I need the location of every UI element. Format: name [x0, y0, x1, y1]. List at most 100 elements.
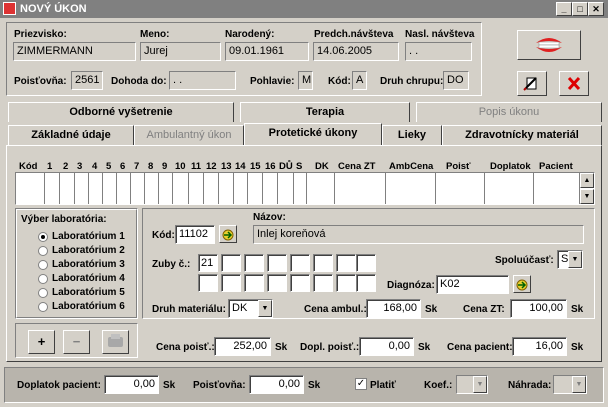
grid-cell[interactable] [294, 173, 307, 204]
amb-price-label: Cena ambul.: [304, 304, 367, 315]
grid-cell[interactable] [173, 173, 189, 204]
close-window-button[interactable]: ✕ [588, 2, 604, 16]
grid-cell[interactable] [234, 173, 248, 204]
gender-field[interactable]: M [298, 71, 313, 90]
grid-cell[interactable] [89, 173, 103, 204]
grid-cell[interactable] [263, 173, 278, 204]
tooth-field[interactable] [336, 254, 356, 272]
code-lookup-button[interactable] [219, 225, 237, 243]
grid-cell[interactable] [335, 173, 386, 204]
grid-cell[interactable] [204, 173, 219, 204]
tooth-field[interactable] [244, 274, 264, 292]
material-label: Druh materiálu: [152, 304, 226, 315]
chevron-down-icon[interactable]: ▼ [568, 251, 582, 268]
add-button[interactable]: + [28, 330, 55, 354]
paid-checkbox[interactable]: ✓ [355, 378, 367, 390]
tab-ambulantny-ukon[interactable]: Ambulantný úkon [134, 125, 244, 145]
grid-cell[interactable] [145, 173, 159, 204]
remove-button[interactable]: − [63, 330, 90, 354]
tooth-field[interactable] [267, 274, 287, 292]
grid-cell[interactable] [248, 173, 263, 204]
diagnosis-field[interactable]: K02 [436, 275, 509, 294]
lab-label: Laboratórium 4 [52, 273, 125, 284]
tab-zakladne-udaje[interactable]: Základné údaje [8, 125, 134, 145]
tab-zdravotnicky-material[interactable]: Zdravotnícky materiál [442, 125, 602, 145]
print-button[interactable] [102, 330, 129, 354]
tooth-field[interactable] [313, 274, 333, 292]
grid-cell[interactable] [278, 173, 294, 204]
amb-price-field[interactable]: 168,00 [366, 299, 421, 318]
grid-cell[interactable] [436, 173, 485, 204]
grid-cell[interactable] [386, 173, 436, 204]
lab-radio-1[interactable] [38, 232, 48, 242]
grid-cell[interactable] [485, 173, 534, 204]
insurance-field[interactable]: 2561 [71, 71, 103, 90]
tab-popis-ukonu[interactable]: Popis úkonu [416, 102, 602, 122]
tooth-field[interactable] [313, 254, 333, 272]
chevron-down-icon[interactable]: ▼ [473, 376, 487, 393]
surname-field[interactable]: ZIMMERMANN [13, 42, 136, 61]
grid-cell[interactable] [60, 173, 75, 204]
grid-cell[interactable] [117, 173, 131, 204]
lab-radio-4[interactable] [38, 274, 48, 284]
tab-odborne-vysetrenie[interactable]: Odborné vyšetrenie [8, 102, 234, 122]
tab-proteticke-ukony[interactable]: Protetické úkony [244, 123, 382, 145]
tooth-field[interactable] [356, 274, 376, 292]
tooth-field[interactable] [244, 254, 264, 272]
grid-cell[interactable] [131, 173, 145, 204]
patient-pay-field[interactable]: 0,00 [104, 375, 159, 394]
maximize-icon[interactable]: □ [572, 2, 588, 16]
group-field[interactable]: DO [443, 71, 469, 90]
code-field[interactable]: A [352, 71, 367, 90]
title-bar[interactable]: NOVÝ ÚKON _ □ ✕ [0, 0, 608, 18]
chevron-down-icon[interactable]: ▼ [572, 376, 586, 393]
grid-header: 16 [265, 161, 276, 172]
patient-price-field[interactable]: 16,00 [512, 337, 567, 356]
grid-header: DŮ [279, 161, 293, 172]
tab-terapia[interactable]: Terapia [240, 102, 410, 122]
ins-extra-field[interactable]: 0,00 [359, 337, 414, 356]
name-field[interactable]: Jurej [140, 42, 221, 61]
denture-button[interactable] [517, 30, 581, 60]
tooth-field[interactable] [356, 254, 376, 272]
prev-visit-field[interactable]: 14.06.2005 [313, 42, 399, 61]
grid-cell[interactable] [534, 173, 580, 204]
lab-radio-3[interactable] [38, 260, 48, 270]
tooth-field[interactable] [221, 254, 241, 272]
currency-label: Sk [163, 380, 176, 391]
next-visit-field[interactable]: . . [405, 42, 472, 61]
ins-price-field[interactable]: 252,00 [214, 337, 271, 356]
tooth-field[interactable]: 21 [198, 254, 218, 272]
minimize-button[interactable]: _ [556, 2, 572, 16]
cancel-button[interactable] [559, 71, 589, 96]
grid-cell[interactable] [159, 173, 173, 204]
grid-cell[interactable] [75, 173, 89, 204]
detail-name-field[interactable]: Inlej koreňová [253, 225, 584, 244]
tooth-field[interactable] [221, 274, 241, 292]
grid-cell[interactable] [45, 173, 60, 204]
tab-lieky[interactable]: Lieky [382, 125, 442, 145]
lab-radio-2[interactable] [38, 246, 48, 256]
tooth-field[interactable] [267, 254, 287, 272]
grid-cell[interactable] [103, 173, 117, 204]
lab-radio-6[interactable] [38, 302, 48, 312]
tooth-field[interactable] [290, 254, 310, 272]
detail-code-field[interactable]: 11102 [175, 225, 215, 244]
grid-cell[interactable] [189, 173, 204, 204]
birth-field[interactable]: 09.01.1961 [225, 42, 309, 61]
scroll-down-button[interactable]: ▼ [580, 189, 594, 204]
chevron-down-icon[interactable]: ▼ [258, 300, 272, 317]
zt-price-field[interactable]: 100,00 [510, 299, 567, 318]
scroll-up-button[interactable]: ▲ [580, 173, 594, 188]
footer-insurance-field[interactable]: 0,00 [249, 375, 304, 394]
tooth-field[interactable] [290, 274, 310, 292]
diagnosis-lookup-button[interactable] [513, 275, 531, 293]
grid-cell[interactable] [307, 173, 335, 204]
save-button[interactable] [517, 71, 547, 96]
tooth-field[interactable] [336, 274, 356, 292]
lab-radio-5[interactable] [38, 288, 48, 298]
contract-field[interactable]: . . [169, 71, 236, 90]
grid-cell[interactable] [219, 173, 234, 204]
tooth-field[interactable] [198, 274, 218, 292]
grid-cell[interactable] [16, 173, 45, 204]
